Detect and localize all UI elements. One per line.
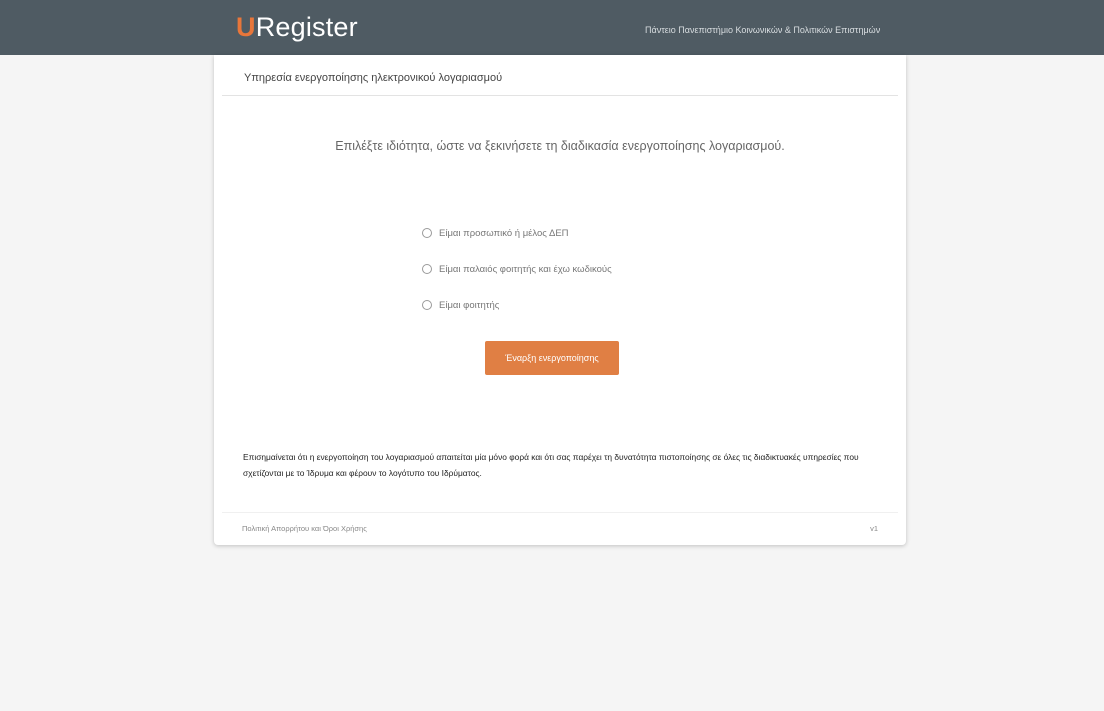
card-header: Υπηρεσία ενεργοποίησης ηλεκτρονικού λογα…: [222, 65, 898, 96]
logo-letter-u: U: [236, 12, 256, 42]
activation-prompt: Επιλέξτε ιδιότητα, ώστε να ξεκινήσετε τη…: [335, 139, 785, 153]
staff-label[interactable]: Είμαι προσωπικό ή μέλος ΔΕΠ: [439, 228, 569, 239]
card-footer: Πολιτική Απορρήτου και Όροι Χρήσης v1: [222, 512, 898, 543]
role-option-staff[interactable]: Είμαι προσωπικό ή μέλος ΔΕΠ: [422, 215, 612, 251]
staff-radio[interactable]: [422, 228, 432, 238]
uregister-logo[interactable]: URegister: [236, 12, 358, 42]
activation-notice: Επισημαίνεται ότι η ενεργοποίηση του λογ…: [243, 452, 859, 478]
logo-text: Register: [255, 12, 358, 42]
role-options: Είμαι προσωπικό ή μέλος ΔΕΠ Είμαι παλαιό…: [422, 215, 612, 323]
former-student-label[interactable]: Είμαι παλαιός φοιτητής και έχω κωδικούς: [439, 264, 612, 275]
student-radio[interactable]: [422, 300, 432, 310]
university-name: Πάντειο Πανεπιστήμιο Κοινωνικών & Πολιτι…: [645, 25, 881, 35]
former-student-radio[interactable]: [422, 264, 432, 274]
role-option-former-student[interactable]: Είμαι παλαιός φοιτητής και έχω κωδικούς: [422, 251, 612, 287]
role-option-student[interactable]: Είμαι φοιτητής: [422, 287, 612, 323]
page-title: Υπηρεσία ενεργοποίησης ηλεκτρονικού λογα…: [244, 72, 503, 84]
start-activation-button[interactable]: Έναρξη ενεργοποίησης: [485, 341, 619, 375]
activation-card: Υπηρεσία ενεργοποίησης ηλεκτρονικού λογα…: [214, 55, 906, 545]
student-label[interactable]: Είμαι φοιτητής: [439, 300, 499, 311]
version-label: v1: [870, 524, 878, 533]
privacy-terms-link[interactable]: Πολιτική Απορρήτου και Όροι Χρήσης: [242, 524, 367, 533]
top-navigation-bar: URegister Πάντειο Πανεπιστήμιο Κοινωνικώ…: [0, 0, 1104, 55]
